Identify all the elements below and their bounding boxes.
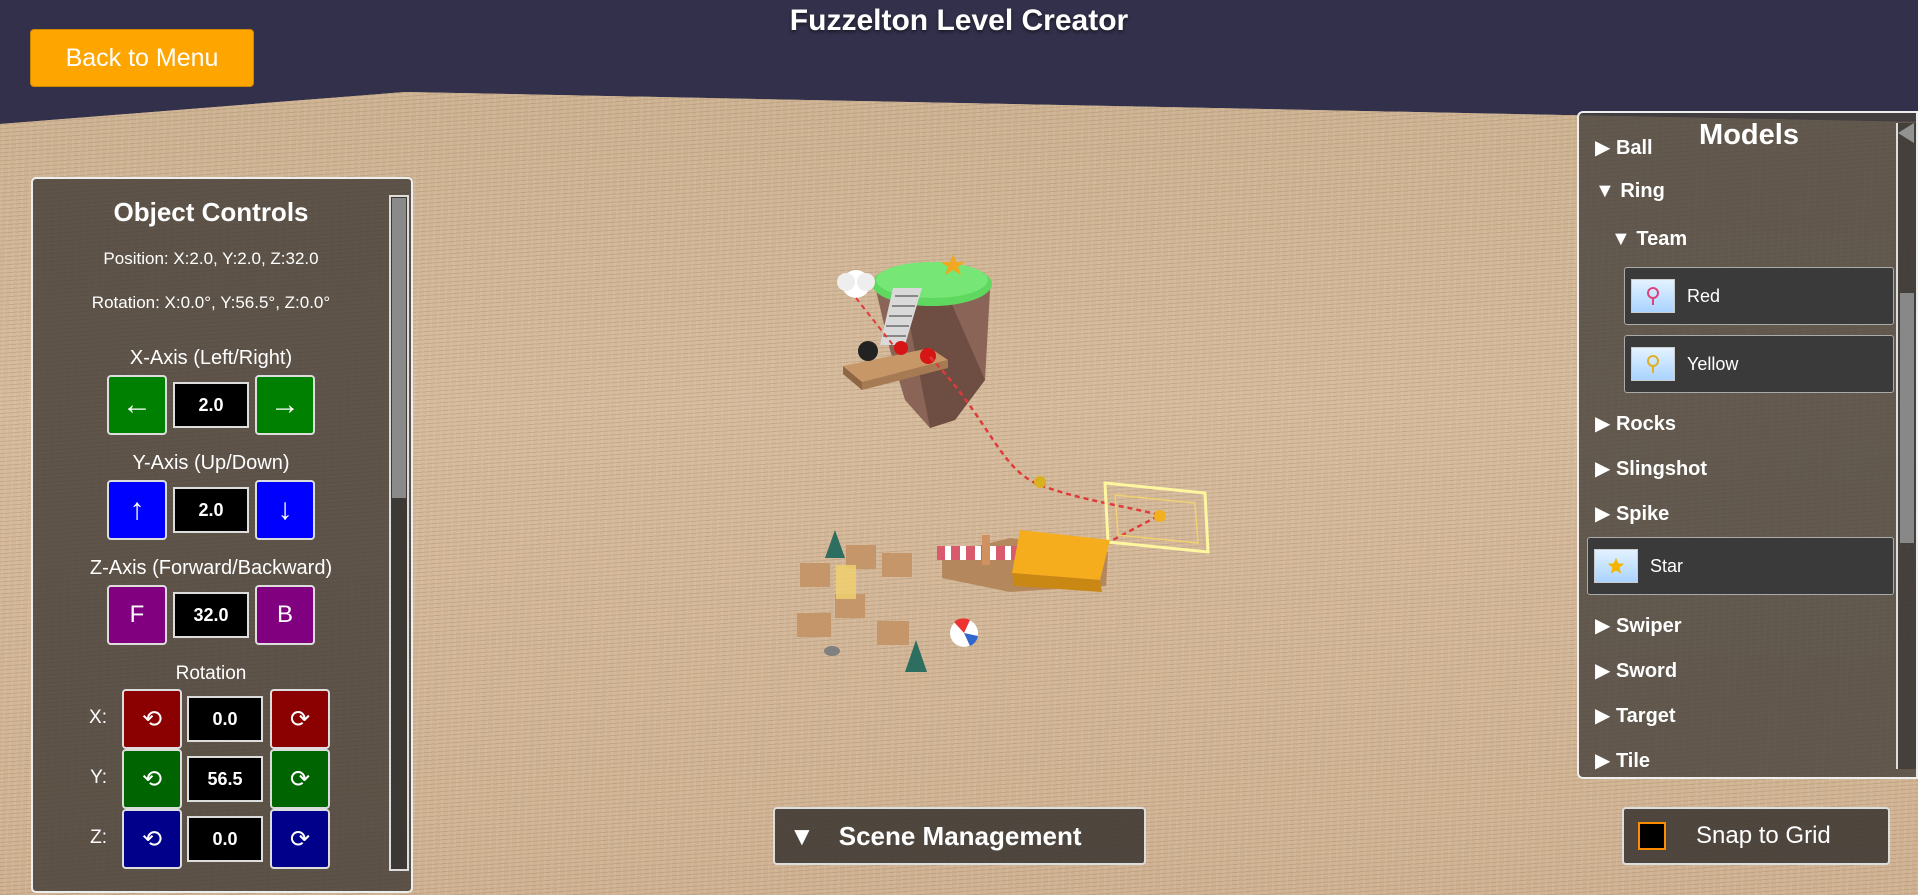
pine-tree-1[interactable] [825,530,845,558]
z-forward-button[interactable]: F [107,585,167,645]
cloud-object[interactable] [837,270,875,298]
rot-y-value-input[interactable]: 56.5 [187,756,263,802]
model-item-red-ring[interactable]: Red [1624,267,1894,325]
rotation-label: Rotation [175,663,247,684]
page-title: Fuzzelton Level Creator [789,4,1129,37]
yellow-ring-thumbnail [1631,347,1675,381]
model-category-ball[interactable]: ▶ Ball [1595,135,1653,160]
tile-grid[interactable] [797,545,912,645]
y-up-button[interactable]: ↑ [107,480,167,540]
rot-z-label: Z: [90,827,107,848]
model-item-label: Yellow [1687,353,1739,374]
rot-x-label: X: [89,707,107,728]
rot-z-cw-icon[interactable]: ⟳ [270,809,330,869]
x-increase-button[interactable]: → [255,375,315,435]
scene-management-label: Scene Management [838,820,1082,851]
models-panel: Models ▶ Ball ▼ Ring ▼ Team Red Yellow ▶… [1577,111,1918,779]
selected-object-box[interactable] [1103,481,1210,554]
star-thumbnail [1594,549,1638,583]
rot-y-cw-icon[interactable]: ⟳ [270,749,330,809]
z-value-input[interactable]: 32.0 [173,592,249,638]
z-axis-label: Z-Axis (Forward/Backward) [89,557,333,579]
models-scrollbar[interactable] [1896,123,1916,769]
model-category-spike[interactable]: ▶ Spike [1595,501,1669,526]
x-axis-label: X-Axis (Left/Right) [129,347,293,369]
red-ball-2[interactable] [920,348,936,364]
y-down-button[interactable]: ↓ [255,480,315,540]
object-controls-scroll-thumb[interactable] [392,198,406,498]
y-axis-label: Y-Axis (Up/Down) [132,452,290,474]
snap-to-grid-toggle[interactable]: Snap to Grid [1622,807,1890,865]
rot-z-value-input[interactable]: 0.0 [187,816,263,862]
back-to-menu-button[interactable]: Back to Menu [30,29,254,87]
rot-x-cw-icon[interactable]: ⟳ [270,689,330,749]
object-controls-title: Object Controls [113,197,309,227]
position-readout: Position: X:2.0, Y:2.0, Z:32.0 [103,249,319,268]
spike-ball[interactable] [858,341,878,361]
model-category-swiper[interactable]: ▶ Swiper [1595,613,1682,638]
x-decrease-button[interactable]: ← [107,375,167,435]
model-category-target[interactable]: ▶ Target [1595,703,1676,728]
rot-x-value-input[interactable]: 0.0 [187,696,263,742]
rot-y-ccw-icon[interactable]: ⟲ [122,749,182,809]
rot-x-ccw-icon[interactable]: ⟲ [122,689,182,749]
red-ball[interactable] [894,341,908,355]
model-item-label: Red [1687,285,1721,306]
model-item-yellow-ring[interactable]: Yellow [1624,335,1894,393]
model-category-ring[interactable]: ▼ Ring [1595,180,1665,203]
model-category-tile[interactable]: ▶ Tile [1595,748,1650,773]
snap-to-grid-label: Snap to Grid [1696,822,1831,849]
chevron-down-icon: ▼ [789,820,815,851]
snap-to-grid-checkbox[interactable] [1638,822,1666,850]
y-value-input[interactable]: 2.0 [173,487,249,533]
beach-ball[interactable] [950,618,978,647]
model-item-label: Star [1650,555,1684,576]
red-ring-thumbnail [1631,279,1675,313]
orange-block[interactable] [1012,530,1110,592]
small-yellow-ring[interactable] [1034,476,1046,488]
z-backward-button[interactable]: B [255,585,315,645]
object-controls-panel: Object Controls Position: X:2.0, Y:2.0, … [31,177,413,893]
rot-y-label: Y: [90,767,107,788]
model-category-slingshot[interactable]: ▶ Slingshot [1595,456,1707,481]
model-item-star[interactable]: Star [1587,537,1894,595]
rotation-readout: Rotation: X:0.0°, Y:56.5°, Z:0.0° [91,293,331,312]
rocks[interactable] [824,646,840,656]
scene-management-toggle[interactable]: ▼ Scene Management [773,807,1146,865]
rot-z-ccw-icon[interactable]: ⟲ [122,809,182,869]
models-scroll-thumb[interactable] [1900,293,1914,543]
x-value-input[interactable]: 2.0 [173,382,249,428]
model-category-rocks[interactable]: ▶ Rocks [1595,411,1676,436]
model-category-team[interactable]: ▼ Team [1611,228,1687,251]
object-controls-scrollbar[interactable] [389,195,409,871]
model-category-sword[interactable]: ▶ Sword [1595,658,1677,683]
